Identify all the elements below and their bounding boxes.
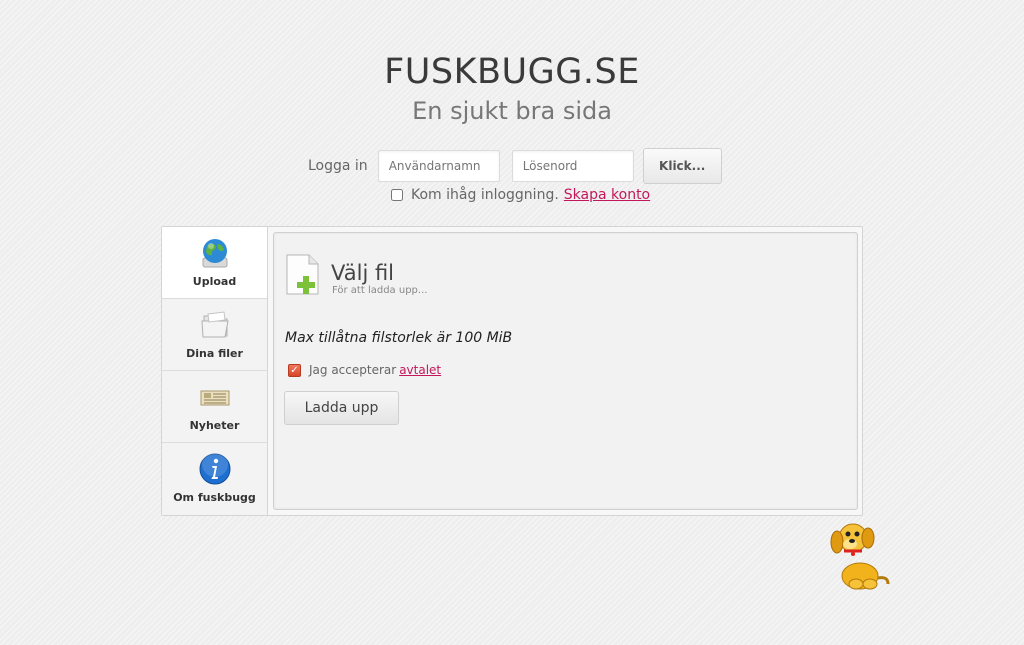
password-input[interactable] <box>511 150 634 182</box>
remember-checkbox[interactable] <box>391 189 403 201</box>
remember-label: Kom ihåg inloggning. <box>411 187 559 203</box>
sidebar-item-om-fuskbugg[interactable]: Om fuskbugg <box>162 443 267 515</box>
sidebar-item-label: Om fuskbugg <box>173 491 256 504</box>
create-account-link[interactable]: Skapa konto <box>564 187 650 203</box>
newspaper-icon <box>200 390 229 406</box>
info-icon <box>199 452 230 485</box>
remember-row: Kom ihåg inloggning. Skapa konto <box>391 187 650 203</box>
accept-terms-row: ✓ Jag accepterar avtalet <box>288 363 441 377</box>
main-panel: Upload Dina filer Nyheter Om fuskbugg Vä… <box>161 226 863 516</box>
upload-subtitle: För att ladda upp... <box>332 285 428 296</box>
login-label: Logga in <box>308 158 368 174</box>
upload-title: Välj fil <box>331 261 395 285</box>
upload-button[interactable]: Ladda upp <box>284 391 399 425</box>
sidebar-item-label: Dina filer <box>186 347 243 360</box>
accept-terms-label: Jag accepterar <box>309 363 397 377</box>
site-subtitle: En sjukt bra sida <box>412 97 612 125</box>
accept-terms-checkbox[interactable]: ✓ <box>288 363 301 377</box>
upload-section: Välj fil För att ladda upp... Max tillåt… <box>273 232 858 510</box>
folder-icon <box>200 311 229 338</box>
add-file-icon <box>286 254 319 295</box>
username-input[interactable] <box>377 150 500 182</box>
site-title: FUSKBUGG.SE <box>384 52 640 92</box>
sidebar-item-dina-filer[interactable]: Dina filer <box>162 299 267 371</box>
sidebar-item-label: Upload <box>192 275 237 288</box>
terms-link[interactable]: avtalet <box>399 363 441 377</box>
dog-mascot-icon <box>830 523 890 590</box>
login-button[interactable]: Klick... <box>642 148 722 184</box>
sidebar-item-nyheter[interactable]: Nyheter <box>162 371 267 443</box>
globe-drive-icon <box>202 239 227 268</box>
sidebar: Upload Dina filer Nyheter Om fuskbugg <box>162 227 268 515</box>
sidebar-item-label: Nyheter <box>189 419 240 432</box>
sidebar-item-upload[interactable]: Upload <box>162 227 267 299</box>
max-filesize-text: Max tillåtna filstorlek är 100 MiB <box>285 330 513 346</box>
login-form: Logga in Klick... <box>308 148 722 184</box>
